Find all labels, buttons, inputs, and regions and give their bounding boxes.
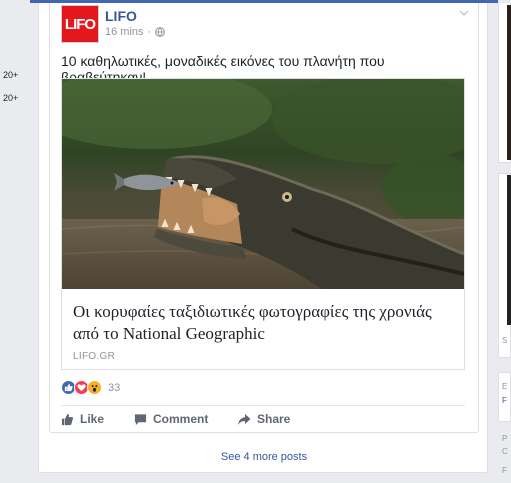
avatar-logo-text: LIFO [64, 15, 96, 33]
wow-reaction-icon[interactable] [87, 380, 102, 395]
right-card-text: S [502, 336, 508, 345]
page-name-link[interactable]: LIFO [105, 8, 137, 24]
share-button[interactable]: Share [237, 412, 290, 426]
comment-label: Comment [153, 412, 209, 426]
globe-icon[interactable] [155, 27, 166, 37]
link-preview-image[interactable] [62, 79, 464, 289]
footer-text: C [502, 447, 508, 456]
reaction-count[interactable]: 33 [108, 382, 120, 394]
comment-button[interactable]: Comment [134, 412, 208, 426]
reactions-summary[interactable]: 33 [61, 380, 120, 395]
like-button[interactable]: Like [61, 412, 104, 426]
post-meta: 16 mins · [105, 26, 166, 38]
comment-icon [134, 413, 147, 425]
post: LIFO LIFO 16 mins · 10 καθηλωτικές, μονα… [49, 3, 479, 433]
left-column: 20+ 20+ [0, 0, 30, 483]
see-more-posts-link[interactable]: See 4 more posts [39, 451, 489, 463]
share-icon [238, 413, 251, 425]
right-card-image[interactable] [507, 5, 511, 160]
meta-separator: · [147, 26, 152, 38]
notification-count[interactable]: 20+ [3, 70, 18, 80]
feed-card: LIFO LIFO 16 mins · 10 καθηλωτικές, μονα… [38, 3, 488, 473]
chevron-down-icon[interactable] [458, 7, 470, 19]
like-label: Like [80, 412, 105, 426]
actions-divider [61, 405, 465, 406]
right-card-text: E [502, 382, 508, 391]
post-time[interactable]: 16 mins [105, 26, 144, 38]
share-label: Share [257, 412, 291, 426]
footer-text: P [502, 434, 508, 443]
thumbs-up-icon [61, 413, 74, 425]
link-title[interactable]: Οι κορυφαίες ταξιδιωτικές φωτογραφίες τη… [73, 301, 458, 345]
right-card-image[interactable] [507, 175, 511, 325]
right-card-link[interactable]: F [502, 396, 507, 405]
page-avatar[interactable]: LIFO [61, 5, 99, 43]
link-domain: LIFO.GR [73, 351, 116, 362]
notification-count[interactable]: 20+ [3, 93, 18, 103]
footer-text: F [502, 466, 507, 475]
link-preview[interactable]: Οι κορυφαίες ταξιδιωτικές φωτογραφίες τη… [61, 78, 465, 370]
